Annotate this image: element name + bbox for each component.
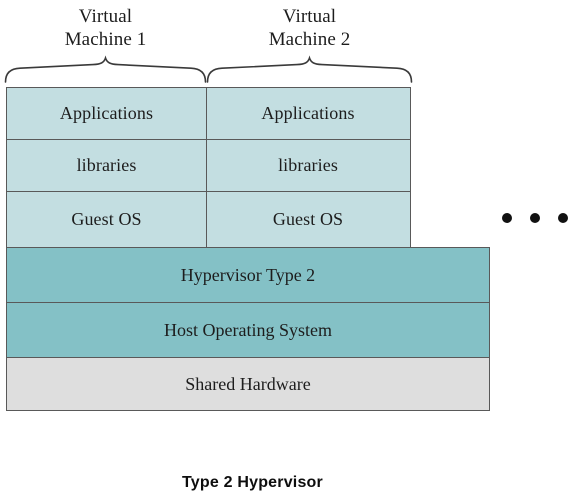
ellipsis-dot: [558, 213, 568, 223]
vm2-guest-os-cell: Guest OS: [272, 209, 344, 229]
row-hypervisor: Hypervisor Type 2: [6, 247, 490, 303]
row-guest-os: Guest OS Guest OS: [6, 191, 411, 248]
vm1-applications-cell: Applications: [8, 88, 207, 139]
vm2-brace-icon: [206, 55, 413, 83]
vm1-guest-os-cell: Guest OS: [8, 192, 207, 247]
vm1-libraries-cell: libraries: [8, 140, 207, 191]
vm2-libraries-cell: libraries: [278, 155, 338, 175]
figure-caption: Type 2 Hypervisor: [182, 474, 323, 491]
vm2-applications-cell: Applications: [261, 103, 355, 123]
ellipsis-dot: [530, 213, 540, 223]
vm2-label-line2: Machine 2: [268, 29, 351, 50]
vm1-label-line2: Machine 1: [64, 29, 147, 50]
ellipsis-dot: [502, 213, 512, 223]
row-host-operating-system: Host Operating System: [6, 302, 490, 358]
vm1-brace-icon: [4, 55, 207, 83]
type-2-hypervisor-diagram: Virtual Machine 1 Virtual Machine 2 Appl…: [0, 0, 576, 500]
vm2-label-line1: Virtual: [282, 6, 337, 27]
row-shared-hardware: Shared Hardware: [6, 357, 490, 411]
vm1-label: Virtual Machine 1: [5, 5, 206, 51]
row-applications: Applications Applications: [6, 87, 411, 140]
row-libraries: libraries libraries: [6, 139, 411, 192]
vm2-label: Virtual Machine 2: [207, 5, 412, 51]
ellipsis-more-vms-icon: [501, 213, 572, 225]
vm1-label-line1: Virtual: [78, 6, 133, 27]
